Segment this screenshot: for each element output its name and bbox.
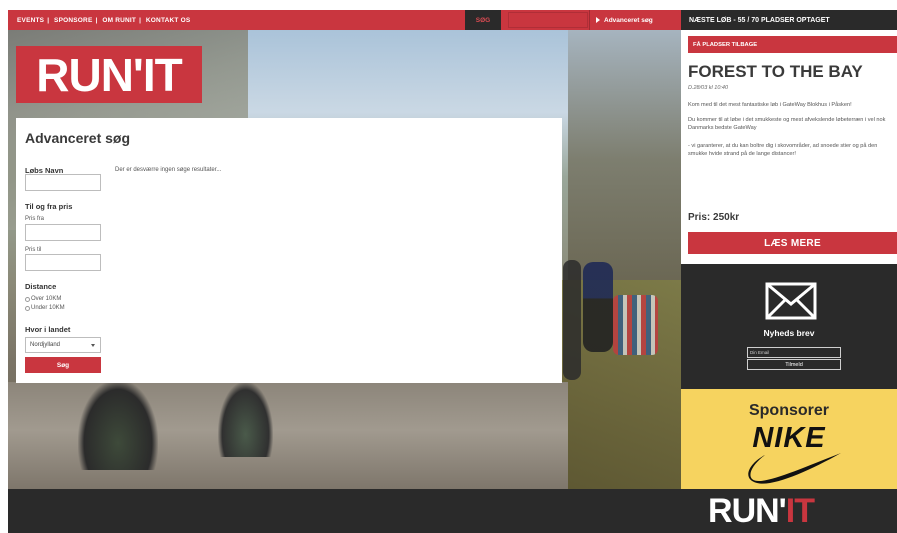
- nav-kontakt-link[interactable]: KONTAKT OS: [146, 17, 191, 24]
- triangle-right-icon: [596, 17, 600, 23]
- distance-option-under[interactable]: Under 10KM: [25, 305, 65, 311]
- price-to-label: Pris til: [25, 247, 42, 253]
- hero-runner-group: [613, 295, 658, 355]
- newsletter-title: Nyheds brev: [763, 328, 815, 338]
- spots-left-badge: FÅ PLADSER TILBAGE: [688, 36, 897, 53]
- site-logo[interactable]: RUN'IT: [16, 46, 202, 103]
- newsletter-submit-button[interactable]: Tilmeld: [747, 359, 841, 370]
- distance-label: Distance: [25, 282, 57, 291]
- region-select-value: Nordjylland: [30, 342, 61, 348]
- region-label: Hvor i landet: [25, 325, 71, 334]
- next-run-header: NÆSTE LØB - 55 / 70 PLADSER OPTAGET: [681, 10, 897, 30]
- hero-tree-area: [568, 30, 681, 290]
- price-label: Til og fra pris: [25, 202, 73, 211]
- site-logo-text: RUN'IT: [36, 48, 182, 101]
- nike-swoosh-icon: [748, 453, 841, 484]
- main-nav: EVENTS | SPONSORE | OM RUNIT | KONTAKT O…: [17, 10, 190, 30]
- event-title: FOREST TO THE BAY: [688, 62, 863, 81]
- event-date: D.28/03 kl 10:40: [688, 85, 729, 91]
- newsletter-email-input[interactable]: Din Email: [747, 347, 841, 358]
- footer-logo-it: IT: [785, 491, 815, 530]
- nav-separator: |: [95, 16, 98, 24]
- hero-runner-shoe: [78, 380, 158, 470]
- caret-down-icon: [91, 344, 95, 347]
- advanced-search-link[interactable]: Advanceret søg: [589, 10, 653, 30]
- page: EVENTS | SPONSORE | OM RUNIT | KONTAKT O…: [0, 0, 897, 533]
- hero-runner: [583, 262, 613, 352]
- nav-sponsore-link[interactable]: SPONSORE: [54, 17, 92, 24]
- advanced-search-link-label: Advanceret søg: [604, 16, 653, 24]
- advanced-search-panel: Advanceret søg Løbs Navn Til og fra pris…: [16, 118, 562, 383]
- top-search-input[interactable]: [508, 12, 588, 28]
- price-from-input[interactable]: [25, 224, 101, 241]
- nav-events-link[interactable]: EVENTS: [17, 17, 44, 24]
- distance-option-label: Under 10KM: [31, 305, 65, 311]
- distance-option-label: Over 10KM: [31, 296, 62, 302]
- sponsor-title: Sponsorer: [748, 402, 829, 419]
- envelope-icon: [765, 282, 817, 320]
- radio-button[interactable]: [25, 296, 30, 302]
- nav-separator: |: [47, 16, 50, 24]
- newsletter-box: Nyheds brev Din Email Tilmeld: [681, 264, 897, 389]
- run-name-input[interactable]: [25, 174, 101, 191]
- event-description: - vi garanterer, at du kan boltre dig i …: [688, 143, 878, 157]
- hero-runner-shoe: [218, 382, 273, 457]
- price-from-label: Pris fra: [25, 216, 45, 222]
- price-to-input[interactable]: [25, 254, 101, 271]
- read-more-button[interactable]: LÆS MERE: [688, 232, 897, 254]
- event-description: Kom med til det mest fantastiske løb i G…: [688, 102, 852, 108]
- region-select[interactable]: Nordjylland: [25, 337, 101, 353]
- radio-button[interactable]: [25, 305, 30, 311]
- footer-logo-run: RUN': [708, 491, 787, 530]
- no-results-message: Der er desværre ingen søge resultater...: [115, 167, 222, 173]
- panel-title: Advanceret søg: [25, 130, 131, 146]
- search-button[interactable]: Søg: [25, 357, 101, 373]
- sponsor-box[interactable]: Sponsorer NIKE: [681, 389, 897, 489]
- search-toggle-button[interactable]: SØG: [465, 10, 501, 30]
- event-description: Du kommer til at løbe i det smukkeste og…: [688, 117, 886, 131]
- top-nav-bar: EVENTS | SPONSORE | OM RUNIT | KONTAKT O…: [8, 10, 681, 30]
- event-price: Pris: 250kr: [688, 212, 740, 223]
- hero-runner: [563, 260, 581, 380]
- nav-om-runit-link[interactable]: OM RUNIT: [102, 17, 136, 24]
- nav-separator: |: [139, 16, 141, 24]
- footer-logo[interactable]: RUN' IT: [681, 489, 841, 533]
- distance-option-over[interactable]: Over 10KM: [25, 296, 61, 302]
- event-card: FÅ PLADSER TILBAGE FOREST TO THE BAY D.2…: [681, 30, 897, 264]
